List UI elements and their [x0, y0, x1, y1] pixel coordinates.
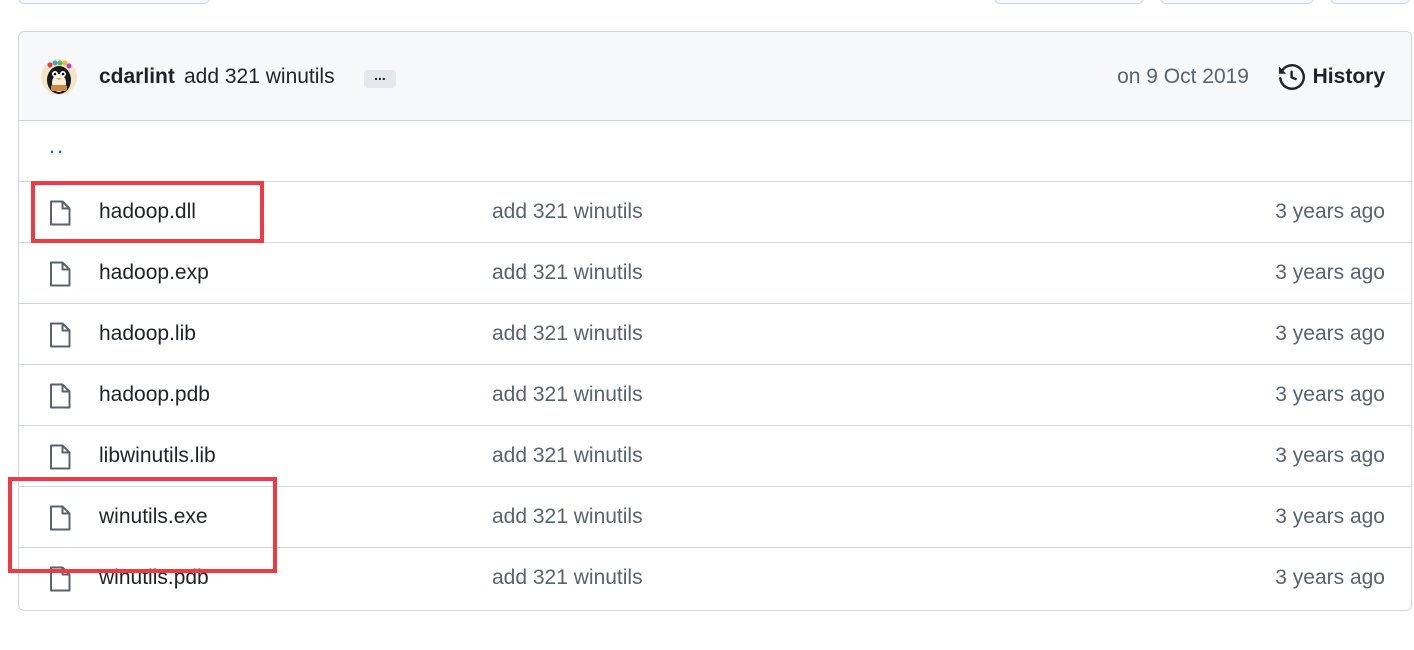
file-commit-message-link[interactable]: add 321 winutils	[492, 200, 643, 224]
commit-date: on 9 Oct 2019	[1117, 65, 1249, 88]
history-button[interactable]: History	[1278, 63, 1385, 91]
latest-commit-header: cdarlint add 321 winutils ... on 9 Oct 2…	[19, 32, 1411, 121]
file-name-link[interactable]: winutils.pdb	[99, 566, 209, 590]
file-icon	[49, 322, 71, 348]
file-commit-message-link[interactable]: add 321 winutils	[492, 383, 643, 407]
toolbar-button-left[interactable]	[18, 0, 210, 4]
file-name-link[interactable]: winutils.exe	[99, 505, 208, 529]
file-name-link[interactable]: hadoop.exp	[99, 261, 209, 285]
file-commit-message-link[interactable]: add 321 winutils	[492, 505, 643, 529]
file-name-link[interactable]: libwinutils.lib	[99, 444, 216, 468]
history-label: History	[1312, 65, 1385, 88]
toolbar-button-1[interactable]	[994, 0, 1144, 4]
file-commit-age: 3 years ago	[1275, 505, 1385, 528]
parent-directory-link[interactable]: ..	[49, 133, 65, 159]
file-commit-message-link[interactable]: add 321 winutils	[492, 566, 643, 590]
file-commit-age: 3 years ago	[1275, 200, 1385, 223]
file-commit-age: 3 years ago	[1275, 566, 1385, 589]
file-icon	[49, 383, 71, 409]
file-name-link[interactable]: hadoop.lib	[99, 322, 196, 346]
file-icon	[49, 200, 71, 226]
file-row[interactable]: winutils.pdb add 321 winutils 3 years ago	[19, 548, 1411, 608]
history-icon	[1278, 64, 1305, 90]
toolbar-button-3[interactable]	[1330, 0, 1410, 4]
file-commit-message-link[interactable]: add 321 winutils	[492, 261, 643, 285]
parent-directory-row[interactable]: ..	[19, 121, 1411, 182]
file-row[interactable]: libwinutils.lib add 321 winutils 3 years a…	[19, 426, 1411, 487]
file-browser: cdarlint add 321 winutils ... on 9 Oct 2…	[18, 31, 1412, 611]
file-commit-message-link[interactable]: add 321 winutils	[492, 322, 643, 346]
file-icon	[49, 261, 71, 287]
file-name-link[interactable]: hadoop.dll	[99, 200, 196, 224]
penguin-avatar[interactable]	[41, 59, 77, 95]
file-row[interactable]: winutils.exe add 321 winutils 3 years ago	[19, 487, 1411, 548]
file-commit-age: 3 years ago	[1275, 383, 1385, 406]
expand-commit-button[interactable]: ...	[364, 68, 396, 88]
file-icon	[49, 444, 71, 470]
file-icon	[49, 566, 71, 592]
file-row[interactable]: hadoop.pdb add 321 winutils 3 years ago	[19, 365, 1411, 426]
file-commit-age: 3 years ago	[1275, 322, 1385, 345]
file-commit-message-link[interactable]: add 321 winutils	[492, 444, 643, 468]
file-name-link[interactable]: hadoop.pdb	[99, 383, 210, 407]
file-row[interactable]: hadoop.dll add 321 winutils 3 years ago	[19, 182, 1411, 243]
file-commit-age: 3 years ago	[1275, 444, 1385, 467]
top-toolbar	[0, 0, 1414, 4]
commit-author-link[interactable]: cdarlint	[99, 65, 175, 89]
file-icon	[49, 505, 71, 531]
commit-message-link[interactable]: add 321 winutils	[184, 65, 335, 89]
file-commit-age: 3 years ago	[1275, 261, 1385, 284]
file-row[interactable]: hadoop.exp add 321 winutils 3 years ago	[19, 243, 1411, 304]
file-row[interactable]: hadoop.lib add 321 winutils 3 years ago	[19, 304, 1411, 365]
toolbar-button-2[interactable]	[1160, 0, 1314, 4]
